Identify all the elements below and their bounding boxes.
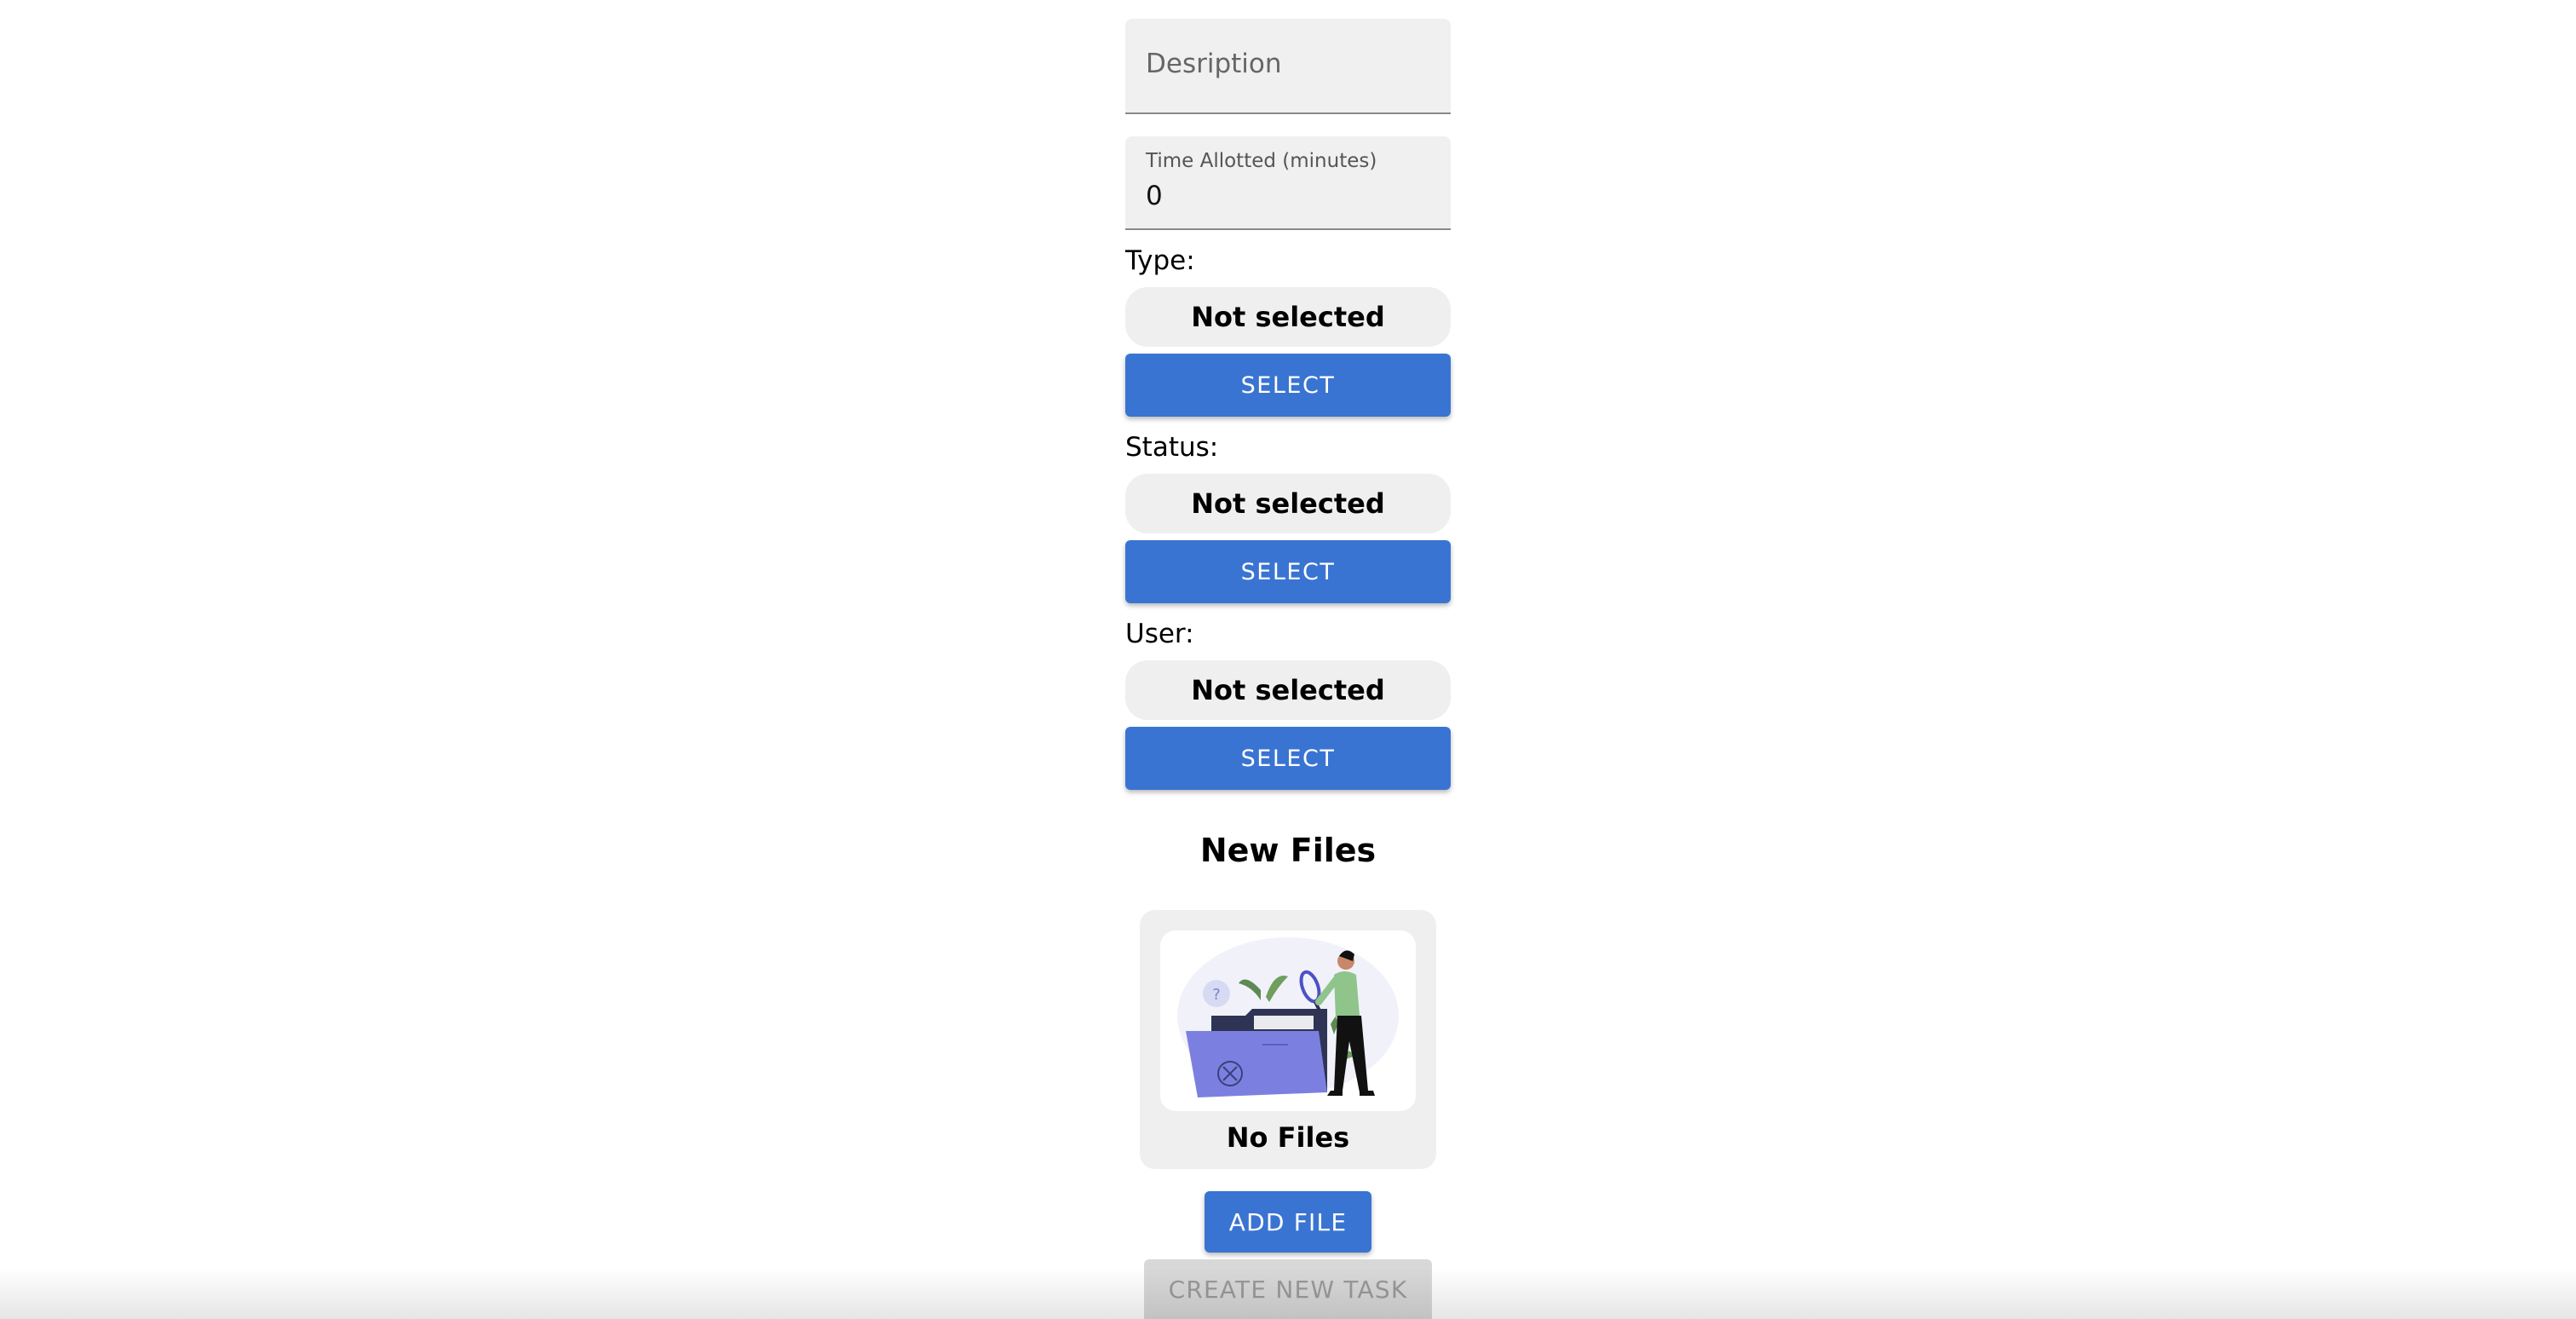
description-placeholder: Desription — [1146, 49, 1282, 79]
time-allotted-field[interactable]: Time Allotted (minutes) — [1125, 136, 1451, 230]
empty-folder-search-illustration-icon: ? — [1160, 930, 1416, 1111]
files-empty-card: ? No Files — [1140, 910, 1436, 1169]
status-select-button[interactable]: SELECT — [1125, 540, 1451, 603]
user-select-button[interactable]: SELECT — [1125, 727, 1451, 790]
svg-text:?: ? — [1212, 986, 1221, 1004]
status-selected-value: Not selected — [1125, 474, 1451, 533]
user-label: User: — [1125, 619, 1194, 649]
user-selected-value: Not selected — [1125, 660, 1451, 720]
add-file-button[interactable]: ADD FILE — [1205, 1191, 1371, 1253]
task-form: Desription Time Allotted (minutes) Type:… — [1125, 19, 1451, 872]
type-select-button[interactable]: SELECT — [1125, 354, 1451, 417]
time-allotted-input[interactable] — [1146, 181, 1418, 211]
status-label: Status: — [1125, 432, 1219, 463]
type-label: Type: — [1125, 245, 1195, 276]
new-files-title: New Files — [1199, 832, 1377, 869]
type-selected-value: Not selected — [1125, 287, 1451, 347]
create-new-task-button[interactable]: CREATE NEW TASK — [1144, 1259, 1432, 1319]
no-files-text: No Files — [1226, 1121, 1350, 1154]
task-form-page: Desription Time Allotted (minutes) Type:… — [0, 0, 2576, 1319]
description-field[interactable]: Desription — [1125, 19, 1451, 114]
time-allotted-label: Time Allotted (minutes) — [1146, 150, 1377, 172]
